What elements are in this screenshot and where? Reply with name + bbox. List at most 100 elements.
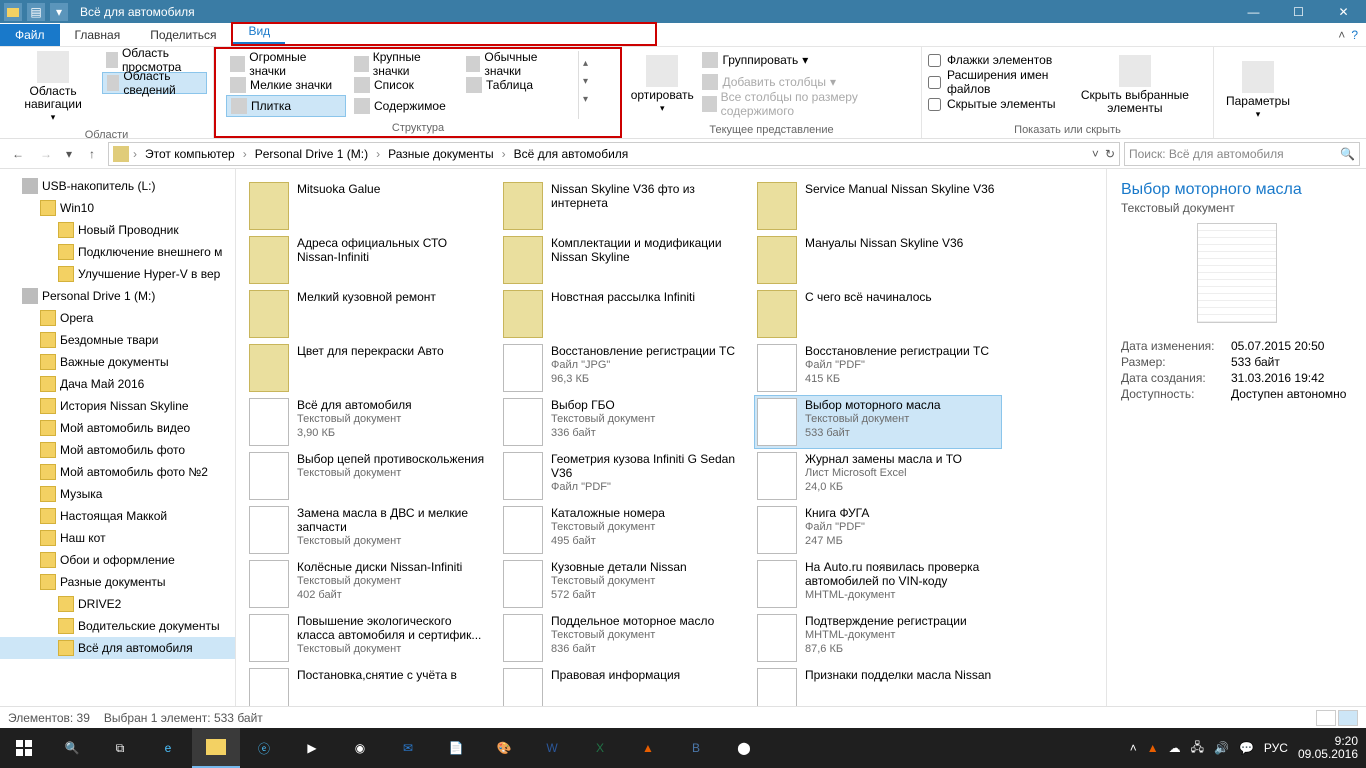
checkbox-hidden[interactable]: Скрытые элементы — [928, 93, 1061, 115]
task-view-button[interactable]: ⧉ — [96, 728, 144, 768]
file-tile[interactable]: Nissan Skyline V36 фто из интернета — [500, 179, 748, 233]
tree-node[interactable]: Мой автомобиль видео — [0, 417, 235, 439]
recent-button[interactable]: ▾ — [62, 142, 76, 166]
file-tile[interactable]: Подтверждение регистрацииMHTML-документ8… — [754, 611, 1002, 665]
tray-onedrive-icon[interactable]: ☁ — [1169, 741, 1181, 755]
tree-node[interactable]: USB-накопитель (L:) — [0, 175, 235, 197]
tree-node[interactable]: Разные документы — [0, 571, 235, 593]
tree-node[interactable]: Наш кот — [0, 527, 235, 549]
tree-node[interactable]: Подключение внешнего м — [0, 241, 235, 263]
layout-small[interactable]: Мелкие значки — [226, 74, 346, 96]
layout-list[interactable]: Список — [350, 74, 458, 96]
excel-icon[interactable]: X — [576, 728, 624, 768]
details-pane-button[interactable]: Область сведений — [102, 72, 207, 94]
file-tile[interactable]: Журнал замены масла и ТОЛист Microsoft E… — [754, 449, 1002, 503]
layout-medium[interactable]: Обычные значки — [462, 53, 572, 75]
ie-icon[interactable]: ⓔ — [240, 728, 288, 768]
file-tile[interactable]: Постановка,снятие с учёта в — [246, 665, 494, 706]
tree-node[interactable]: Мой автомобиль фото №2 — [0, 461, 235, 483]
paint-icon[interactable]: 🎨 — [480, 728, 528, 768]
tree-node[interactable]: Win10 — [0, 197, 235, 219]
word-icon[interactable]: W — [528, 728, 576, 768]
file-tile[interactable]: Признаки подделки масла Nissan — [754, 665, 1002, 706]
notepad-icon[interactable]: 📄 — [432, 728, 480, 768]
tree-node[interactable]: Всё для автомобиля — [0, 637, 235, 659]
size-columns-button[interactable]: Все столбцы по размеру содержимого — [698, 93, 915, 115]
chrome-icon[interactable]: ◉ — [336, 728, 384, 768]
taskbar[interactable]: 🔍 ⧉ e ⓔ ▶ ◉ ✉ 📄 🎨 W X ▲ В ⬤ ˄ ▲ ☁ 🖧 🔊 💬 … — [0, 728, 1366, 768]
file-tile[interactable]: Цвет для перекраски Авто — [246, 341, 494, 395]
maximize-button[interactable]: ☐ — [1276, 0, 1321, 23]
file-tile[interactable]: Замена масла в ДВС и мелкие запчастиТекс… — [246, 503, 494, 557]
tree-node[interactable]: Музыка — [0, 483, 235, 505]
file-tile[interactable]: Повышение экологического класса автомоби… — [246, 611, 494, 665]
file-tile[interactable]: Книга ФУГАФайл "PDF"247 МБ — [754, 503, 1002, 557]
tree-node[interactable]: Обои и оформление — [0, 549, 235, 571]
tab-view[interactable]: Вид — [233, 20, 285, 44]
tree-node[interactable]: Мой автомобиль фото — [0, 439, 235, 461]
file-tile[interactable]: Правовая информация — [500, 665, 748, 706]
nav-pane-button[interactable]: Область навигации▾ — [6, 49, 100, 126]
layout-content[interactable]: Содержимое — [350, 95, 458, 117]
file-tile[interactable]: Всё для автомобиляТекстовый документ3,90… — [246, 395, 494, 449]
file-tile[interactable]: Геометрия кузова Infiniti G Sedan V36Фай… — [500, 449, 748, 503]
search-input[interactable]: Поиск: Всё для автомобиля🔍 — [1124, 142, 1360, 166]
app-icon[interactable]: ⬤ — [720, 728, 768, 768]
nav-tree[interactable]: USB-накопитель (L:)Win10Новый ПроводникП… — [0, 169, 236, 706]
hide-selected-button[interactable]: Скрыть выбранные элементы — [1063, 49, 1207, 121]
tab-share[interactable]: Поделиться — [135, 24, 231, 46]
file-tile[interactable]: Комплектации и модификации Nissan Skylin… — [500, 233, 748, 287]
file-tile[interactable]: Кузовные детали NissanТекстовый документ… — [500, 557, 748, 611]
address-bar[interactable]: › Этот компьютер› Personal Drive 1 (M:)›… — [108, 142, 1120, 166]
close-button[interactable]: ✕ — [1321, 0, 1366, 23]
file-tile[interactable]: Адреса официальных СТО Nissan-Infiniti — [246, 233, 494, 287]
start-button[interactable] — [0, 728, 48, 768]
layout-huge[interactable]: Огромные значки — [226, 53, 346, 75]
group-by-button[interactable]: Группировать ▾ — [698, 49, 915, 71]
layout-large[interactable]: Крупные значки — [350, 53, 458, 75]
address-dropdown-icon[interactable]: ˅ — [1092, 147, 1099, 161]
tray-action-icon[interactable]: 💬 — [1239, 741, 1254, 755]
tree-node[interactable]: История Nissan Skyline — [0, 395, 235, 417]
explorer-icon[interactable] — [192, 728, 240, 768]
minimize-button[interactable]: — — [1231, 0, 1276, 23]
tray-network-icon[interactable]: 🖧 — [1191, 738, 1204, 759]
file-tile[interactable]: Каталожные номераТекстовый документ495 б… — [500, 503, 748, 557]
file-tile[interactable]: С чего всё начиналось — [754, 287, 1002, 341]
tab-file[interactable]: Файл — [0, 24, 60, 46]
forward-button[interactable]: → — [34, 142, 58, 166]
refresh-icon[interactable]: ↻ — [1105, 147, 1115, 161]
tray-clock[interactable]: 9:2009.05.2016 — [1298, 735, 1358, 761]
vlc-icon[interactable]: ▲ — [624, 728, 672, 768]
tray-lang[interactable]: РУС — [1264, 741, 1288, 755]
help-icon[interactable]: ? — [1351, 28, 1358, 42]
tree-node[interactable]: DRIVE2 — [0, 593, 235, 615]
tree-node[interactable]: Opera — [0, 307, 235, 329]
file-tile[interactable]: Мануалы Nissan Skyline V36 — [754, 233, 1002, 287]
tree-node[interactable]: Бездомные твари — [0, 329, 235, 351]
layout-table[interactable]: Таблица — [462, 74, 572, 96]
tree-node[interactable]: Personal Drive 1 (M:) — [0, 285, 235, 307]
tab-home[interactable]: Главная — [60, 24, 136, 46]
checkbox-extensions[interactable]: Расширения имен файлов — [928, 71, 1061, 93]
qat-new-folder[interactable]: ▾ — [50, 3, 68, 21]
tray-volume-icon[interactable]: 🔊 — [1214, 741, 1229, 755]
preview-pane-button[interactable]: Область просмотра — [102, 49, 207, 71]
search-button[interactable]: 🔍 — [48, 728, 96, 768]
file-tile[interactable]: Выбор моторного маслаТекстовый документ5… — [754, 395, 1002, 449]
layout-scroll[interactable]: ▴▾▾ — [578, 51, 592, 119]
file-tile[interactable]: Колёсные диски Nissan-InfinitiТекстовый … — [246, 557, 494, 611]
file-tile[interactable]: Восстановление регистрации ТСФайл "JPG"9… — [500, 341, 748, 395]
tree-node[interactable]: Дача Май 2016 — [0, 373, 235, 395]
options-button[interactable]: Параметры▾ — [1220, 49, 1296, 133]
tree-node[interactable]: Настоящая Маккой — [0, 505, 235, 527]
tree-node[interactable]: Важные документы — [0, 351, 235, 373]
layout-tiles[interactable]: Плитка — [226, 95, 346, 117]
outlook-icon[interactable]: ✉ — [384, 728, 432, 768]
sort-button[interactable]: ортировать▾ — [628, 49, 696, 121]
back-button[interactable]: ← — [6, 142, 30, 166]
up-button[interactable]: ↑ — [80, 142, 104, 166]
view-details-icon[interactable] — [1316, 710, 1336, 726]
tree-node[interactable]: Новый Проводник — [0, 219, 235, 241]
file-tile[interactable]: Mitsuoka Galue — [246, 179, 494, 233]
